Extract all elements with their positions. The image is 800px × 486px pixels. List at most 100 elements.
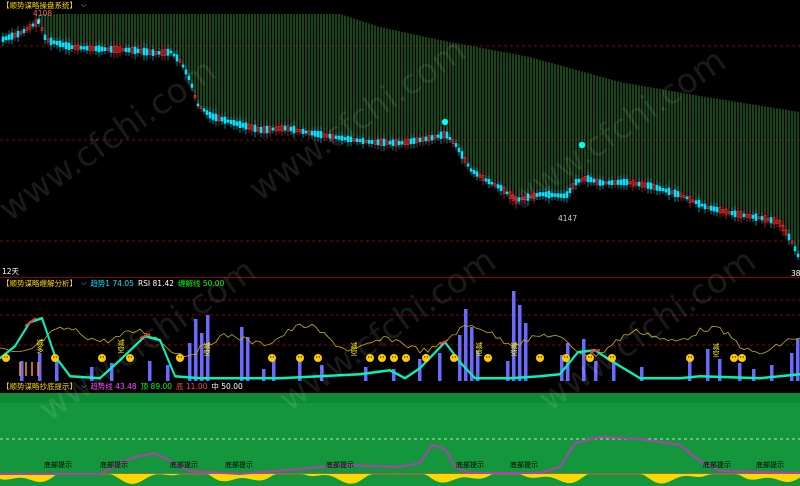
candle-body xyxy=(730,210,734,216)
candle-body xyxy=(625,179,629,186)
candle-body xyxy=(499,185,503,191)
candle-body xyxy=(175,54,179,62)
candle-body xyxy=(109,46,113,53)
smiley-eye xyxy=(590,356,592,358)
candle-body xyxy=(550,192,554,198)
candle-body xyxy=(760,216,764,221)
candle-body xyxy=(82,46,86,50)
candle-body xyxy=(103,47,107,52)
smiley-icon xyxy=(51,354,59,362)
oscillator-panel-header[interactable]: 【顺势谋略缠解分析】 ⌵ 趋势1 74.05 RSI 81.42 缠解线 50.… xyxy=(0,278,224,289)
smiley-eye xyxy=(55,356,57,358)
volume-bar xyxy=(594,361,598,381)
candle-body xyxy=(655,184,659,191)
top-value: 顶 89.00 xyxy=(140,382,173,391)
smiley-eye xyxy=(382,356,384,358)
mid-value: 中 50.00 xyxy=(211,382,243,391)
chevron-down-icon[interactable]: ⌵ xyxy=(81,381,86,392)
candle-body xyxy=(430,135,434,141)
rsi-value: RSI 81.42 xyxy=(137,279,174,288)
smiley-eye xyxy=(130,356,132,358)
candle-body xyxy=(382,138,386,147)
signal-label: 减空 xyxy=(350,342,358,357)
volume-bar xyxy=(438,353,442,381)
oscillator-panel[interactable]: 【顺势谋略缠解分析】 ⌵ 趋势1 74.05 RSI 81.42 缠解线 50.… xyxy=(0,277,800,382)
signal-label: 减空 xyxy=(712,343,720,358)
candle-body xyxy=(637,181,641,187)
candle-body xyxy=(64,41,68,50)
candle-body xyxy=(457,147,461,153)
volume-bar xyxy=(518,305,522,381)
smiley-icon xyxy=(176,354,184,362)
candle-body xyxy=(709,205,713,211)
candle-body xyxy=(184,69,188,75)
candle-body xyxy=(172,53,176,57)
smiley-eye xyxy=(734,356,736,358)
candle-body xyxy=(79,45,83,50)
candle-body xyxy=(370,140,374,144)
bottom-hint-label: 底部提示 xyxy=(456,461,484,469)
smiley-eye xyxy=(100,356,102,358)
candle-body xyxy=(490,181,494,185)
smiley-icon xyxy=(390,354,398,362)
candle-body xyxy=(16,30,20,38)
candle-body xyxy=(412,137,416,144)
bottom-hint-label: 底部提示 xyxy=(225,461,253,469)
candle-body xyxy=(496,184,500,189)
candle-body xyxy=(769,217,773,224)
candle-body xyxy=(265,125,269,134)
smiley-eye xyxy=(370,356,372,358)
smiley-icon xyxy=(730,354,738,362)
candle-body xyxy=(94,46,98,52)
smiley-eye xyxy=(6,356,8,358)
smiley-eye xyxy=(690,356,692,358)
candle-body xyxy=(85,45,89,51)
candle-body xyxy=(319,131,323,139)
candle-body xyxy=(346,135,350,143)
period-label: 12天 xyxy=(2,267,20,276)
smiley-eye xyxy=(392,356,394,358)
candle-body xyxy=(676,190,680,198)
price-panel[interactable]: 【顺势谋略操盘系统】 ⌵ 4108 4147 12天 38 xyxy=(0,0,800,277)
candle-body xyxy=(196,103,200,107)
candle-body xyxy=(547,190,551,199)
candle-body xyxy=(619,179,623,185)
smiley-icon xyxy=(314,354,322,362)
volume-bar xyxy=(512,291,516,381)
candle-body xyxy=(127,47,131,53)
oscillator-panel-title: 【顺势谋略缠解分析】 xyxy=(2,279,77,288)
candle-body xyxy=(562,193,566,199)
smiley-eye xyxy=(426,356,428,358)
smiley-icon xyxy=(402,354,410,362)
smiley-eye xyxy=(732,356,734,358)
candle-body xyxy=(649,182,653,190)
smiley-icon xyxy=(422,354,430,362)
smiley-eye xyxy=(318,356,320,358)
candle-body xyxy=(43,34,47,40)
candle-body xyxy=(472,169,476,175)
candle-body xyxy=(4,36,8,41)
candle-body xyxy=(556,193,560,198)
candle-body xyxy=(409,138,413,145)
smiley-eye xyxy=(53,356,55,358)
candle-body xyxy=(337,135,341,140)
bottom-hint-panel[interactable]: 【顺势谋略抄底提示】 ⌵ 趋势线 43.48 顶 89.00 底 11.00 中… xyxy=(0,381,800,486)
candle-body xyxy=(565,191,569,198)
candle-body xyxy=(229,119,233,125)
candle-body xyxy=(469,168,473,172)
signal-label: 减空 xyxy=(510,342,518,357)
chevron-down-icon[interactable]: ⌵ xyxy=(81,0,86,11)
candle-body xyxy=(220,117,224,122)
candle-body xyxy=(742,213,746,218)
candle-body xyxy=(664,188,668,193)
chevron-down-icon[interactable]: ⌵ xyxy=(81,278,86,289)
candle-body xyxy=(418,137,422,142)
candle-body xyxy=(673,189,677,197)
candle-body xyxy=(754,213,758,221)
candle-body xyxy=(223,116,227,124)
candle-body xyxy=(124,47,128,53)
candle-body xyxy=(391,139,395,146)
smiley-eye xyxy=(688,356,690,358)
volume-bar xyxy=(246,337,250,381)
bottom-hint-panel-header[interactable]: 【顺势谋略抄底提示】 ⌵ 趋势线 43.48 顶 89.00 底 11.00 中… xyxy=(0,381,243,392)
